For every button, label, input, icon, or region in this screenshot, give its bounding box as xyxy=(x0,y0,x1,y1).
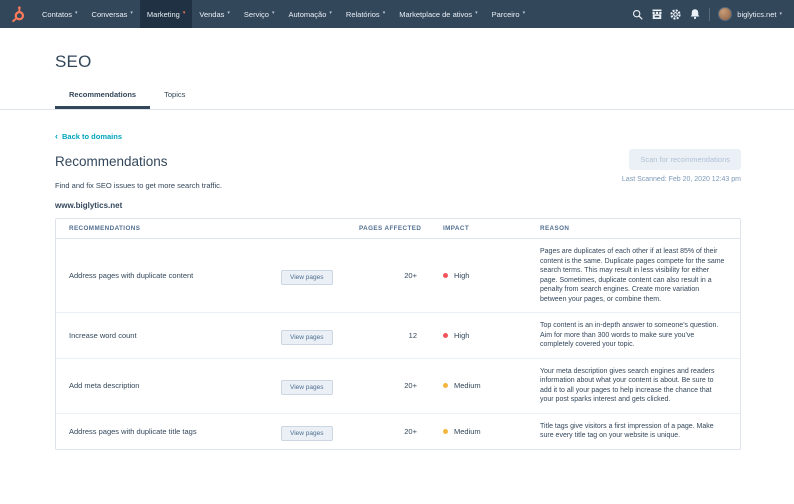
table-header-row: Recommendations Pages affected Impact Re… xyxy=(56,219,740,239)
nav-item-label: Marketing xyxy=(147,10,180,19)
view-pages-cell: View pages xyxy=(281,266,359,285)
view-pages-button[interactable]: View pages xyxy=(281,380,333,395)
nav-right: biglytics.net ▾ xyxy=(628,0,794,28)
table-row: Increase word count View pages 12 High T… xyxy=(56,313,740,359)
nav-item-label: Automação xyxy=(288,10,326,19)
reason-text: Title tags give visitors a first impress… xyxy=(526,414,740,449)
col-header-pages-affected: Pages affected xyxy=(359,219,429,238)
chevron-down-icon: ▾ xyxy=(272,10,275,16)
nav-item-marketing[interactable]: Marketing ▾ xyxy=(140,0,192,28)
last-scanned-text: Last Scanned: Feb 20, 2020 12:43 pm xyxy=(622,176,741,183)
chevron-down-icon: ▾ xyxy=(523,10,526,16)
chevron-left-icon: ‹ xyxy=(55,132,58,141)
account-menu[interactable]: biglytics.net ▾ xyxy=(718,7,782,21)
nav-item-conversas[interactable]: Conversas ▾ xyxy=(85,0,140,28)
impact-cell: High xyxy=(429,271,526,280)
tab-topics[interactable]: Topics xyxy=(150,84,199,109)
nav-divider xyxy=(709,8,710,21)
impact-label: High xyxy=(454,271,469,280)
chevron-down-icon: ▾ xyxy=(475,10,478,16)
back-to-domains-link[interactable]: ‹ Back to domains xyxy=(55,132,122,141)
pages-affected-value: 20+ xyxy=(359,381,429,390)
nav-item-vendas[interactable]: Vendas ▾ xyxy=(192,0,237,28)
avatar xyxy=(718,7,732,21)
table-row: Address pages with duplicate content Vie… xyxy=(56,239,740,313)
back-link-label: Back to domains xyxy=(62,132,122,141)
view-pages-button[interactable]: View pages xyxy=(281,330,333,345)
reason-text: Top content is an in-depth answer to som… xyxy=(526,313,740,358)
chevron-down-icon: ▾ xyxy=(227,10,230,16)
notifications-icon[interactable] xyxy=(685,0,704,28)
page-head: SEO Recommendations Topics xyxy=(0,28,794,110)
impact-label: High xyxy=(454,331,469,340)
scan-area: Scan for recommendations Last Scanned: F… xyxy=(622,149,741,183)
marketplace-icon[interactable] xyxy=(647,0,666,28)
view-pages-button[interactable]: View pages xyxy=(281,270,333,285)
impact-dot xyxy=(443,333,448,338)
recommendation-label: Address pages with duplicate title tags xyxy=(56,427,281,436)
tabs: Recommendations Topics xyxy=(0,84,794,110)
nav-item-label: Conversas xyxy=(92,10,128,19)
section-header: Recommendations Scan for recommendations… xyxy=(55,154,741,169)
pages-affected-value: 20+ xyxy=(359,427,429,436)
pages-affected-value: 12 xyxy=(359,331,429,340)
impact-label: Medium xyxy=(454,381,481,390)
recommendation-label: Increase word count xyxy=(56,331,281,340)
chevron-down-icon: ▾ xyxy=(130,10,133,16)
nav-item-contatos[interactable]: Contatos ▾ xyxy=(35,0,85,28)
pages-affected-value: 20+ xyxy=(359,271,429,280)
account-name: biglytics.net xyxy=(737,10,776,19)
impact-cell: Medium xyxy=(429,427,526,436)
impact-dot xyxy=(443,383,448,388)
page-title: SEO xyxy=(55,52,741,72)
main-content: ‹ Back to domains Recommendations Scan f… xyxy=(0,110,794,450)
col-header-recommendations: Recommendations xyxy=(56,219,359,238)
impact-cell: High xyxy=(429,331,526,340)
reason-text: Pages are duplicates of each other if at… xyxy=(526,239,740,312)
table-row: Address pages with duplicate title tags … xyxy=(56,414,740,449)
nav-item-label: Parceiro xyxy=(492,10,520,19)
tab-recommendations[interactable]: Recommendations xyxy=(55,84,150,109)
scan-for-recommendations-button[interactable]: Scan for recommendations xyxy=(629,149,741,170)
recommendation-label: Address pages with duplicate content xyxy=(56,271,281,280)
nav-item-label: Contatos xyxy=(42,10,72,19)
impact-label: Medium xyxy=(454,427,481,436)
recommendations-table: Recommendations Pages affected Impact Re… xyxy=(55,218,741,450)
chevron-down-icon: ▾ xyxy=(383,10,386,16)
table-body: Address pages with duplicate content Vie… xyxy=(56,239,740,449)
impact-dot xyxy=(443,429,448,434)
chevron-down-icon: ▾ xyxy=(183,10,186,16)
hubspot-sprocket-icon xyxy=(10,5,27,23)
top-navbar: Contatos ▾ Conversas ▾ Marketing ▾ Venda… xyxy=(0,0,794,28)
nav-item-label: Serviço xyxy=(244,10,269,19)
chevron-down-icon: ▾ xyxy=(329,10,332,16)
nav-item-label: Marketplace de ativos xyxy=(399,10,472,19)
view-pages-cell: View pages xyxy=(281,422,359,441)
hubspot-logo-icon[interactable] xyxy=(0,0,35,28)
settings-icon[interactable] xyxy=(666,0,685,28)
domain-name: www.biglytics.net xyxy=(55,201,741,210)
nav-item-marketplace-de-ativos[interactable]: Marketplace de ativos ▾ xyxy=(392,0,484,28)
chevron-down-icon: ▾ xyxy=(779,11,782,17)
recommendation-label: Add meta description xyxy=(56,381,281,390)
app-window: Contatos ▾ Conversas ▾ Marketing ▾ Venda… xyxy=(0,0,794,504)
table-row: Add meta description View pages 20+ Medi… xyxy=(56,359,740,414)
view-pages-button[interactable]: View pages xyxy=(281,426,333,441)
view-pages-cell: View pages xyxy=(281,326,359,345)
nav-item-label: Relatórios xyxy=(346,10,380,19)
nav-item-relatórios[interactable]: Relatórios ▾ xyxy=(339,0,392,28)
chevron-down-icon: ▾ xyxy=(75,10,78,16)
impact-cell: Medium xyxy=(429,381,526,390)
col-header-reason: Reason xyxy=(526,219,740,238)
reason-text: Your meta description gives search engin… xyxy=(526,359,740,413)
nav-items: Contatos ▾ Conversas ▾ Marketing ▾ Venda… xyxy=(35,0,532,28)
view-pages-cell: View pages xyxy=(281,376,359,395)
nav-item-parceiro[interactable]: Parceiro ▾ xyxy=(485,0,532,28)
search-icon[interactable] xyxy=(628,0,647,28)
nav-item-serviço[interactable]: Serviço ▾ xyxy=(237,0,282,28)
impact-dot xyxy=(443,273,448,278)
nav-item-automação[interactable]: Automação ▾ xyxy=(281,0,338,28)
col-header-impact: Impact xyxy=(429,219,526,238)
nav-item-label: Vendas xyxy=(199,10,224,19)
